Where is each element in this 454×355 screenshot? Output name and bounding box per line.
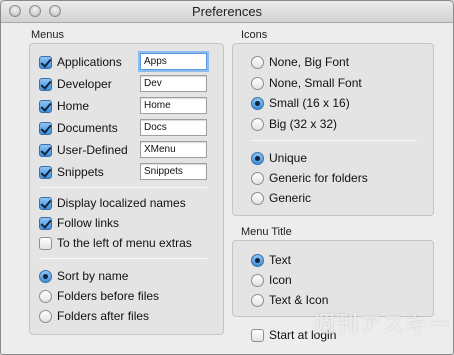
- follow-links-checkbox[interactable]: [39, 216, 52, 230]
- snippets-label: Snippets: [57, 165, 104, 179]
- display-localized-names-option[interactable]: Display localized names: [39, 194, 186, 212]
- user-defined-label: User-Defined: [57, 143, 128, 157]
- menu-title-text-icon-label: Text & Icon: [269, 293, 329, 307]
- icon-unique-label: Unique: [269, 151, 308, 165]
- icon-small-radio[interactable]: [251, 96, 264, 110]
- sort-by-name-option[interactable]: Sort by name: [39, 267, 128, 285]
- menu-item-snippets[interactable]: Snippets: [39, 163, 104, 181]
- icon-generic-folders-radio[interactable]: [251, 171, 264, 185]
- window-title: Preferences: [191, 4, 263, 19]
- menu-item-developer[interactable]: Developer: [39, 75, 112, 93]
- icon-big-label: Big (32 x 32): [269, 117, 338, 131]
- developer-checkbox[interactable]: [39, 77, 52, 91]
- follow-links-option[interactable]: Follow links: [39, 214, 119, 232]
- applications-label: Applications: [57, 55, 122, 69]
- menu-title-icon-option[interactable]: Icon: [251, 271, 292, 289]
- developer-label: Developer: [57, 77, 112, 91]
- sort-by-name-label: Sort by name: [57, 269, 129, 283]
- applications-checkbox[interactable]: [39, 55, 52, 69]
- menu-title-text-option[interactable]: Text: [251, 251, 291, 269]
- documents-checkbox[interactable]: [39, 121, 52, 135]
- icon-none-big-font-radio[interactable]: [251, 55, 264, 69]
- menu-item-applications[interactable]: Applications: [39, 53, 122, 71]
- snippets-checkbox[interactable]: [39, 165, 52, 179]
- menu-title-section-label: Menu Title: [241, 226, 292, 238]
- sort-by-name-radio[interactable]: [39, 269, 52, 283]
- icon-generic-radio[interactable]: [251, 191, 264, 205]
- publisher-watermark: 週刊アスキー: [313, 312, 452, 337]
- icon-generic-option[interactable]: Generic: [251, 189, 311, 207]
- folders-after-files-option[interactable]: Folders after files: [39, 307, 149, 325]
- icon-generic-folders-option[interactable]: Generic for folders: [251, 169, 368, 187]
- icons-divider: [251, 140, 417, 141]
- menu-title-icon-radio[interactable]: [251, 273, 264, 287]
- icons-section-label: Icons: [241, 29, 268, 41]
- home-name-field[interactable]: Home: [140, 97, 207, 114]
- display-localized-names-checkbox[interactable]: [39, 196, 52, 210]
- home-label: Home: [57, 99, 90, 113]
- folders-before-files-option[interactable]: Folders before files: [39, 287, 159, 305]
- icon-generic-label: Generic: [269, 191, 312, 205]
- folders-after-files-label: Folders after files: [57, 309, 150, 323]
- menu-title-text-radio[interactable]: [251, 253, 264, 267]
- home-checkbox[interactable]: [39, 99, 52, 113]
- display-localized-names-label: Display localized names: [57, 196, 186, 210]
- left-of-menu-extras-option[interactable]: To the left of menu extras: [39, 234, 192, 252]
- icon-big-option[interactable]: Big (32 x 32): [251, 115, 337, 133]
- developer-name-field[interactable]: Dev: [140, 75, 207, 92]
- icon-none-big-font-option[interactable]: None, Big Font: [251, 53, 349, 71]
- menu-title-icon-label: Icon: [269, 273, 292, 287]
- applications-name-field[interactable]: Apps: [140, 53, 207, 70]
- icon-unique-radio[interactable]: [251, 151, 264, 165]
- icon-none-small-font-label: None, Small Font: [269, 76, 362, 90]
- icon-big-radio[interactable]: [251, 117, 264, 131]
- menus-section-label: Menus: [31, 29, 65, 41]
- icon-none-big-font-label: None, Big Font: [269, 55, 350, 69]
- icon-small-option[interactable]: Small (16 x 16): [251, 94, 350, 112]
- folders-before-files-label: Folders before files: [57, 289, 160, 303]
- folders-after-files-radio[interactable]: [39, 309, 52, 323]
- menu-item-documents[interactable]: Documents: [39, 119, 118, 137]
- icon-small-label: Small (16 x 16): [269, 96, 350, 110]
- snippets-name-field[interactable]: Snippets: [140, 163, 207, 180]
- icon-none-small-font-radio[interactable]: [251, 76, 264, 90]
- icon-none-small-font-option[interactable]: None, Small Font: [251, 74, 362, 92]
- preferences-window: Preferences Menus Applications Apps Deve…: [0, 0, 454, 355]
- follow-links-label: Follow links: [57, 216, 120, 230]
- menu-item-user-defined[interactable]: User-Defined: [39, 141, 128, 159]
- menus-divider-2: [39, 258, 207, 259]
- menu-item-home[interactable]: Home: [39, 97, 89, 115]
- title-bar: Preferences: [1, 1, 453, 23]
- user-defined-checkbox[interactable]: [39, 143, 52, 157]
- left-of-menu-extras-checkbox[interactable]: [39, 236, 52, 250]
- icon-generic-folders-label: Generic for folders: [269, 171, 368, 185]
- documents-name-field[interactable]: Docs: [140, 119, 207, 136]
- menus-divider-1: [39, 187, 207, 188]
- folders-before-files-radio[interactable]: [39, 289, 52, 303]
- left-of-menu-extras-label: To the left of menu extras: [57, 236, 192, 250]
- menu-title-text-label: Text: [269, 253, 292, 267]
- start-at-login-checkbox[interactable]: [251, 328, 264, 342]
- icon-unique-option[interactable]: Unique: [251, 149, 307, 167]
- user-defined-name-field[interactable]: XMenu: [140, 141, 207, 158]
- menu-title-text-icon-radio[interactable]: [251, 293, 264, 307]
- documents-label: Documents: [57, 121, 118, 135]
